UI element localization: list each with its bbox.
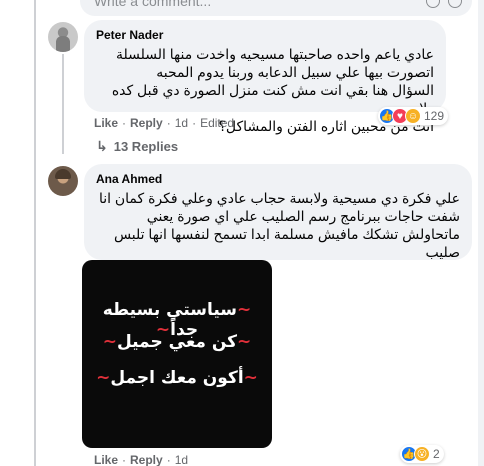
view-replies-button[interactable]: ↳ 13 Replies <box>96 138 178 155</box>
comment-actions: Like · Reply · 1d · Edited <box>94 116 234 130</box>
wow-reaction-icon: 😮 <box>414 446 430 462</box>
separator: · <box>122 453 127 466</box>
reply-button[interactable]: Reply <box>130 116 163 130</box>
tilde-decoration: ~ <box>243 368 258 388</box>
comment-text-line: ماتحاولش تشكك مافيش مسلمة ابدا تسمح لنفس… <box>113 226 460 242</box>
tilde-decoration: ~ <box>96 368 111 388</box>
comment-text-line: شفت حاجات ببرنامج رسم الصليب علي اي صورة… <box>146 208 460 224</box>
comment-time[interactable]: 1d <box>175 453 188 466</box>
image-text: أكون معك اجمل <box>110 368 244 388</box>
image-text-line: ~أكون معك اجمل~ <box>82 368 272 388</box>
comment-actions: Like · Reply · 1d <box>94 453 188 466</box>
like-button[interactable]: Like <box>94 116 118 130</box>
comment-image[interactable]: ~سياستي بسيطه جداً~ ~كن معي جميل~ ~أكون … <box>82 260 272 448</box>
image-text-line: ~كن معي جميل~ <box>82 332 272 352</box>
comment-bubble: Ana Ahmed علي فكرة دي مسيحية ولابسة حجاب… <box>84 164 472 260</box>
composer-placeholder: Write a comment... <box>94 0 212 9</box>
thread-line <box>34 0 36 466</box>
comment-text-line: صليب <box>425 244 461 260</box>
reaction-summary[interactable]: 👍 😮 2 <box>400 445 444 463</box>
comment-time[interactable]: 1d <box>175 116 188 130</box>
reaction-summary[interactable]: 👍 ♥ ☺ 129 <box>378 107 449 125</box>
image-text: كن معي جميل <box>116 332 238 352</box>
avatar[interactable] <box>48 22 78 52</box>
reply-arrow-icon: ↳ <box>96 138 108 154</box>
comment-composer[interactable]: Write a comment... <box>80 0 472 16</box>
comment-author[interactable]: Peter Nader <box>96 28 434 42</box>
like-button[interactable]: Like <box>94 453 118 466</box>
separator: · <box>166 116 171 130</box>
comment-text-line: علي فكرة دي مسيحية ولابسة حجاب عادي وعلي… <box>98 190 460 206</box>
tilde-decoration: ~ <box>237 332 252 352</box>
replies-label: 13 Replies <box>113 139 179 154</box>
comment-author[interactable]: Ana Ahmed <box>96 172 460 186</box>
comment-text-line: عادي ياعم واحده صاحبتها مسيحيه واخدت منه… <box>115 46 434 62</box>
separator: · <box>192 116 197 130</box>
emoji-icon[interactable] <box>426 0 440 8</box>
comment-text: علي فكرة دي مسيحية ولابسة حجاب عادي وعلي… <box>96 189 460 261</box>
separator: · <box>166 453 171 466</box>
scrollbar[interactable] <box>478 0 484 466</box>
reaction-count: 129 <box>424 109 445 123</box>
edited-label: Edited <box>200 116 235 130</box>
comment-text-line: اتصورت بيها علي سبيل الدعابه وربنا يدوم … <box>156 64 434 80</box>
tilde-decoration: ~ <box>237 300 252 320</box>
separator: · <box>122 116 127 130</box>
reply-button[interactable]: Reply <box>130 453 163 466</box>
avatar[interactable] <box>48 166 78 196</box>
haha-reaction-icon: ☺ <box>405 108 421 124</box>
reaction-count: 2 <box>433 447 440 461</box>
composer-icons <box>426 0 462 8</box>
comment-bubble: Peter Nader عادي ياعم واحده صاحبتها مسيح… <box>84 20 446 134</box>
camera-icon[interactable] <box>448 0 462 8</box>
thread-line <box>62 54 64 154</box>
tilde-decoration: ~ <box>102 332 117 352</box>
